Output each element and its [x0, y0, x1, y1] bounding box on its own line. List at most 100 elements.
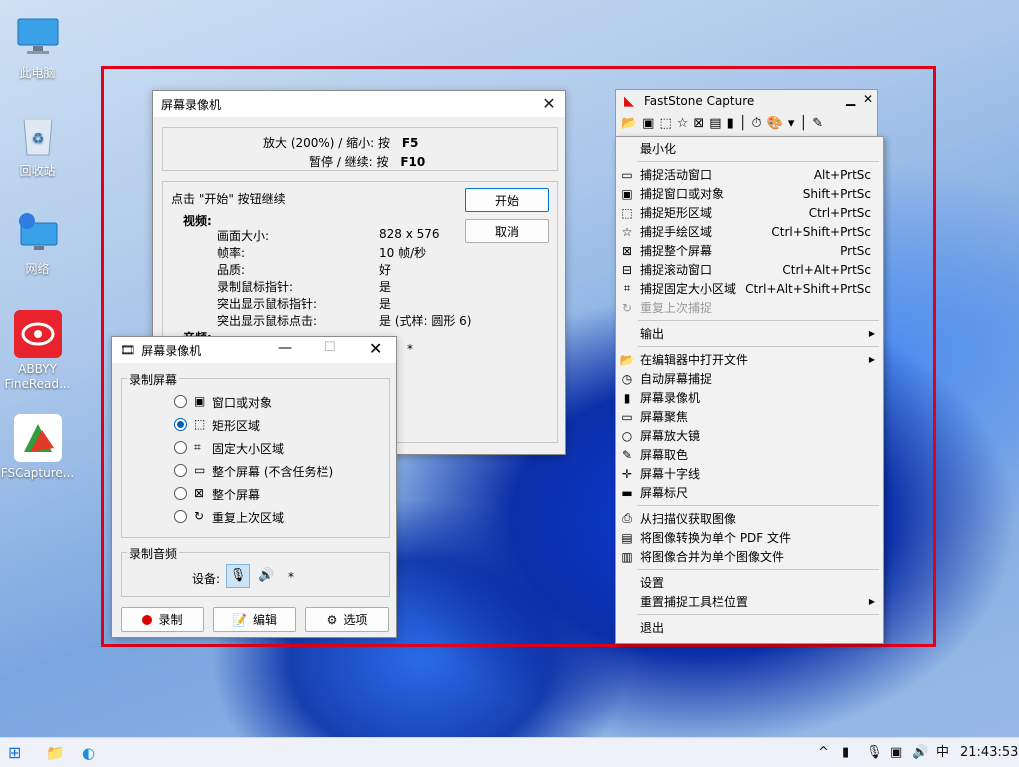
menu-item[interactable]: 📂 在编辑器中打开文件 ▶ [616, 350, 883, 369]
radio-repeat-last[interactable] [174, 510, 187, 523]
desktop-icon-network[interactable]: 网络 [0, 208, 75, 277]
menu-separator [638, 569, 879, 570]
menu-item[interactable]: ▭ 屏幕聚焦 [616, 407, 883, 426]
radio-window-object[interactable] [174, 395, 187, 408]
file-explorer-icon[interactable]: 📁 [46, 738, 65, 767]
speaker-icon[interactable]: 🔊 [258, 568, 274, 583]
device-label: 设备: [192, 572, 221, 586]
setting-value: 是 (式样: 圆形 6) [379, 314, 472, 328]
desktop-icon-abbyy[interactable]: ABBYY FineRead... [0, 310, 75, 392]
menu-item-icon: ✎ [621, 447, 633, 462]
menu-item-shortcut: PrtSc [840, 243, 871, 258]
svg-text:♻: ♻ [31, 131, 44, 147]
chevron-up-icon[interactable]: ^ [818, 738, 829, 767]
desktop-icon-fscapture[interactable]: FSCapture... [0, 414, 75, 480]
menu-item[interactable]: ▮ 屏幕录像机 [616, 388, 883, 407]
menu-item-label: 捕捉活动窗口 [640, 168, 713, 182]
menu-item-label: 屏幕聚焦 [640, 410, 689, 424]
windows-start-icon[interactable]: ⊞ [8, 738, 21, 767]
option-label[interactable]: 整个屏幕 [212, 486, 260, 503]
menu-item[interactable]: ✎ 屏幕取色 [616, 445, 883, 464]
menu-item-icon: ▭ [621, 167, 633, 182]
desktop-icon-recycle-bin[interactable]: ♻ 回收站 [0, 110, 75, 179]
setting-value: 是 [379, 297, 392, 311]
recorder-panel-window: 🎞 屏幕录像机 — ☐ ✕ 录制屏幕 ▣ 窗口或对象 ⬚ 矩形区域 ⌗ 固定大小… [111, 336, 397, 638]
microphone-icon[interactable]: 🎙 [226, 564, 250, 588]
option-label[interactable]: 固定大小区域 [212, 440, 284, 457]
pause-hotkey-label: 暂停 / 继续: 按 [309, 155, 389, 169]
menu-item[interactable]: ◷ 自动屏幕捕捉 [616, 369, 883, 388]
menu-item[interactable]: ⌗ 捕捉固定大小区域 Ctrl+Alt+Shift+PrtSc [616, 279, 883, 298]
options-button[interactable]: ⚙ 选项 [305, 607, 389, 632]
menu-item: ↻ 重复上次捕捉 [616, 298, 883, 317]
menu-item[interactable]: ▬ 屏幕标尺 [616, 483, 883, 502]
gear-icon: ⚙ [326, 612, 338, 627]
prompt-text: 点击 "开始" 按钮继续 [171, 192, 286, 206]
menu-item[interactable]: 重置捕捉工具栏位置 ▶ [616, 592, 883, 611]
setting-key: 画面大小: [217, 229, 270, 243]
menu-item[interactable]: ☆ 捕捉手绘区域 Ctrl+Shift+PrtSc [616, 222, 883, 241]
menu-item[interactable]: ⎙ 从扫描仪获取图像 [616, 509, 883, 528]
menu-item[interactable]: ○ 屏幕放大镜 [616, 426, 883, 445]
start-button[interactable]: 开始 [465, 188, 549, 212]
desktop-icon-this-pc[interactable]: 此电脑 [0, 12, 75, 81]
window-title: 屏幕录像机 [161, 97, 222, 112]
menu-item-shortcut: Shift+PrtSc [802, 186, 871, 201]
cancel-button[interactable]: 取消 [465, 219, 549, 243]
screen-icon: ▭ [194, 463, 206, 477]
radio-full-screen[interactable] [174, 487, 187, 500]
menu-item-label: 捕捉固定大小区域 [640, 282, 737, 296]
menu-item-icon: ⊟ [621, 262, 633, 277]
menu-item-icon: ▮ [623, 390, 631, 405]
desktop-icon-label: 此电脑 [19, 66, 56, 80]
record-button[interactable]: 录制 [121, 607, 204, 632]
menu-item[interactable]: 设置 [616, 573, 883, 592]
menu-item[interactable]: ▥ 将图像合并为单个图像文件 [616, 547, 883, 566]
volume-icon[interactable]: 🔊 [912, 738, 928, 767]
record-screen-label: 录制屏幕 [127, 371, 180, 388]
desktop-icon-label: FSCapture... [0, 466, 75, 480]
menu-item-icon: ▤ [621, 530, 633, 545]
submenu-arrow-icon: ▶ [868, 355, 875, 364]
microphone-tray-icon[interactable]: 🎙 [866, 738, 883, 767]
menu-item-label: 输出 [640, 327, 665, 341]
close-icon[interactable]: ✕ [539, 94, 559, 114]
menu-item[interactable]: 输出 ▶ [616, 324, 883, 343]
setting-value: 10 帧/秒 [379, 246, 427, 260]
minimize-icon[interactable]: — [278, 340, 292, 356]
option-label[interactable]: 整个屏幕 (不含任务栏) [212, 463, 333, 480]
minimize-icon[interactable]: ▁ [846, 92, 855, 106]
menu-item-icon: ⬚ [621, 205, 633, 220]
menu-item[interactable]: ▣ 捕捉窗口或对象 Shift+PrtSc [616, 184, 883, 203]
video-heading: 视频: [183, 214, 212, 228]
clock[interactable]: 21:43:53 [960, 738, 1018, 767]
menu-item[interactable]: ▤ 将图像转换为单个 PDF 文件 [616, 528, 883, 547]
menu-item[interactable]: ⊟ 捕捉滚动窗口 Ctrl+Alt+PrtSc [616, 260, 883, 279]
close-icon[interactable]: ✕ [863, 92, 873, 106]
screen-tray-icon[interactable]: ▣ [890, 738, 902, 767]
option-label[interactable]: 矩形区域 [212, 417, 260, 434]
menu-item[interactable]: 最小化 [616, 139, 883, 158]
menu-item[interactable]: ⊠ 捕捉整个屏幕 PrtSc [616, 241, 883, 260]
capture-tool-icons[interactable]: 📂▣⬚☆⊠▤▮│⏱🎨▾│✎ [621, 116, 871, 134]
menu-item-label: 自动屏幕捕捉 [640, 372, 713, 386]
radio-fixed-size[interactable] [174, 441, 187, 454]
menu-item[interactable]: ⬚ 捕捉矩形区域 Ctrl+PrtSc [616, 203, 883, 222]
radio-rectangle[interactable] [174, 418, 187, 431]
fscapture-icon [13, 414, 62, 462]
menu-item[interactable]: 退出 [616, 618, 883, 637]
record-audio-label: 录制音频 [127, 545, 180, 562]
option-label[interactable]: 重复上次区域 [212, 509, 284, 526]
radio-full-screen-no-taskbar[interactable] [174, 464, 187, 477]
menu-item-label: 在编辑器中打开文件 [640, 353, 749, 367]
close-icon[interactable]: ✕ [369, 339, 382, 358]
toolbar-title: FastStone Capture [644, 94, 755, 108]
menu-item[interactable]: ▭ 捕捉活动窗口 Alt+PrtSc [616, 165, 883, 184]
edge-icon[interactable]: ◐ [82, 738, 95, 767]
recorder-tray-icon[interactable]: ▮ [842, 738, 849, 767]
option-label[interactable]: 窗口或对象 [212, 394, 272, 411]
ime-indicator[interactable]: 中 [936, 738, 949, 767]
edit-button[interactable]: 📝 编辑 [213, 607, 296, 632]
menu-item-label: 捕捉滚动窗口 [640, 263, 713, 277]
menu-item[interactable]: ✛ 屏幕十字线 [616, 464, 883, 483]
